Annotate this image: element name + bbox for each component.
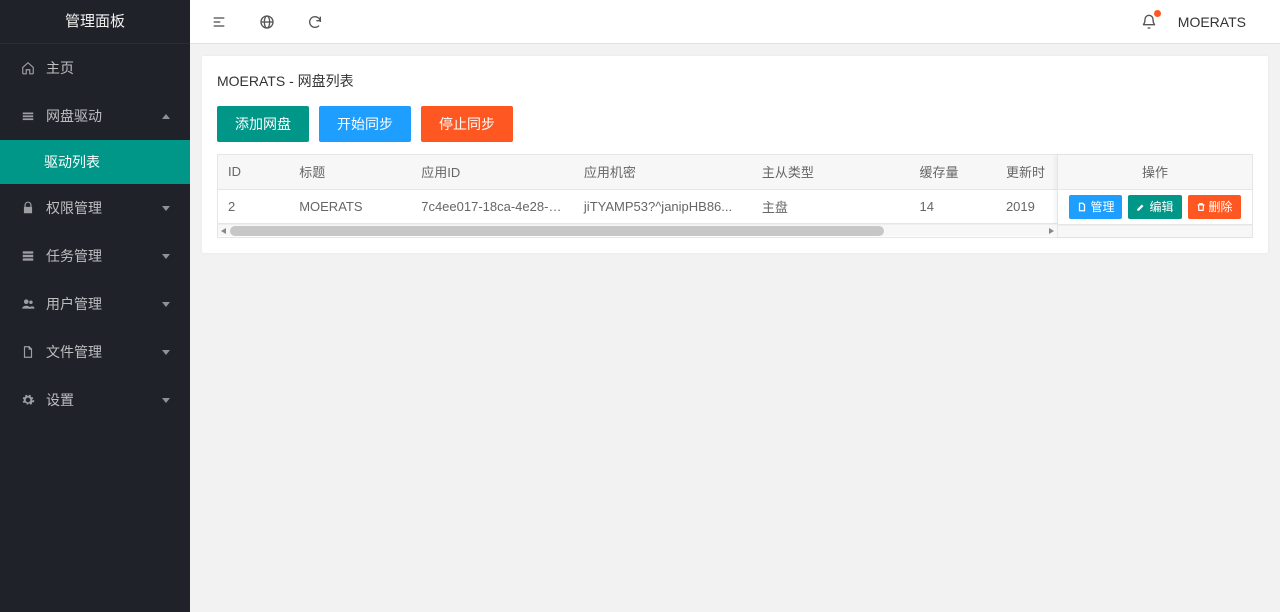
sidebar-item-label: 设置 — [46, 390, 162, 410]
globe-icon[interactable] — [258, 13, 276, 31]
cell-cache: 14 — [910, 189, 996, 223]
table-header-row: ID 标题 应用ID 应用机密 主从类型 缓存量 更新时 — [218, 155, 1057, 189]
start-sync-button[interactable]: 开始同步 — [319, 106, 411, 142]
gear-icon — [20, 392, 36, 408]
sidebar-item-label: 驱动列表 — [44, 152, 170, 172]
sidebar-item-drive-list[interactable]: 驱动列表 — [0, 140, 190, 184]
horizontal-scrollbar[interactable] — [218, 224, 1057, 236]
notification-dot — [1154, 10, 1161, 17]
sidebar-item-settings[interactable]: 设置 — [0, 376, 190, 424]
drive-icon — [20, 108, 36, 124]
menu-toggle-icon[interactable] — [210, 13, 228, 31]
cell-app-id: 7c4ee017-18ca-4e28-8... — [411, 189, 574, 223]
table-row[interactable]: 2 MOERATS 7c4ee017-18ca-4e28-8... jiTYAM… — [218, 189, 1057, 223]
data-table: ID 标题 应用ID 应用机密 主从类型 缓存量 更新时 — [217, 154, 1253, 238]
edit-label: 编辑 — [1149, 198, 1173, 215]
chevron-down-icon — [1252, 19, 1260, 24]
sidebar: 管理面板 主页 网盘驱动 驱动列表 权限管理 — [0, 0, 190, 612]
chevron-down-icon — [162, 350, 170, 355]
cell-title: MOERATS — [289, 189, 411, 223]
cell-update: 2019 — [996, 189, 1057, 223]
sidebar-title: 管理面板 — [0, 0, 190, 44]
page-title: MOERATS - 网盘列表 — [217, 71, 1253, 91]
users-icon — [20, 296, 36, 312]
home-icon — [20, 60, 36, 76]
lock-icon — [20, 200, 36, 216]
sidebar-item-tasks[interactable]: 任务管理 — [0, 232, 190, 280]
sidebar-item-users[interactable]: 用户管理 — [0, 280, 190, 328]
edit-button[interactable]: 编辑 — [1128, 195, 1181, 219]
col-id: ID — [218, 155, 289, 189]
chevron-down-icon — [162, 302, 170, 307]
username-label: MOERATS — [1178, 14, 1246, 30]
sidebar-item-label: 任务管理 — [46, 246, 162, 266]
scrollbar-thumb[interactable] — [230, 226, 884, 236]
sidebar-item-label: 用户管理 — [46, 294, 162, 314]
col-title: 标题 — [289, 155, 411, 189]
manage-label: 管理 — [1090, 198, 1114, 215]
col-type: 主从类型 — [752, 155, 910, 189]
topbar: MOERATS — [190, 0, 1280, 44]
refresh-icon[interactable] — [306, 13, 324, 31]
sidebar-item-label: 文件管理 — [46, 342, 162, 362]
col-app-secret: 应用机密 — [574, 155, 752, 189]
chevron-down-icon — [162, 398, 170, 403]
manage-button[interactable]: 管理 — [1069, 195, 1122, 219]
user-menu[interactable]: MOERATS — [1178, 14, 1265, 30]
cell-id: 2 — [218, 189, 289, 223]
chevron-down-icon — [162, 206, 170, 211]
add-drive-button[interactable]: 添加网盘 — [217, 106, 309, 142]
tasks-icon — [20, 248, 36, 264]
cell-type: 主盘 — [752, 189, 910, 223]
col-update: 更新时 — [996, 155, 1057, 189]
content-card: MOERATS - 网盘列表 添加网盘 开始同步 停止同步 — [202, 56, 1268, 253]
sidebar-item-home[interactable]: 主页 — [0, 44, 190, 92]
chevron-down-icon — [162, 254, 170, 259]
chevron-up-icon — [162, 114, 170, 119]
sidebar-item-label: 主页 — [46, 58, 170, 78]
main-content: MOERATS MOERATS - 网盘列表 添加网盘 开始同步 停止同步 — [190, 0, 1280, 612]
sidebar-item-label: 权限管理 — [46, 198, 162, 218]
cell-app-secret: jiTYAMP53?^janipHB86... — [574, 189, 752, 223]
notification-bell-icon[interactable] — [1140, 13, 1158, 31]
scrollbar-spacer — [1058, 225, 1252, 237]
sidebar-item-drive[interactable]: 网盘驱动 — [0, 92, 190, 140]
delete-label: 删除 — [1209, 198, 1233, 215]
sidebar-item-permission[interactable]: 权限管理 — [0, 184, 190, 232]
sidebar-item-label: 网盘驱动 — [46, 106, 162, 126]
col-cache: 缓存量 — [910, 155, 996, 189]
col-app-id: 应用ID — [411, 155, 574, 189]
file-icon — [20, 344, 36, 360]
stop-sync-button[interactable]: 停止同步 — [421, 106, 513, 142]
sidebar-item-files[interactable]: 文件管理 — [0, 328, 190, 376]
delete-button[interactable]: 删除 — [1188, 195, 1241, 219]
col-action: 操作 — [1058, 155, 1252, 189]
